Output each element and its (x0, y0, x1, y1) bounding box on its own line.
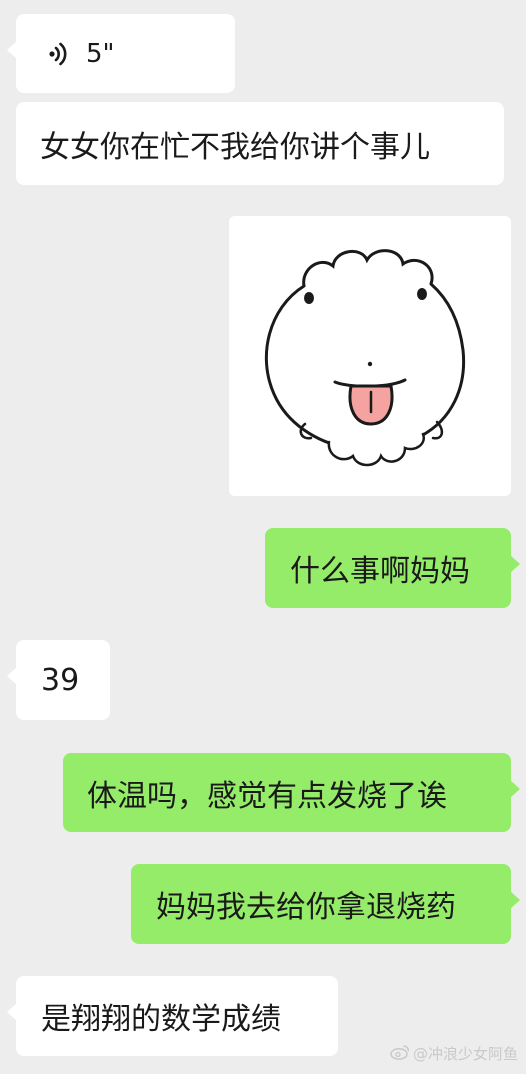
message-text: 是翔翔的数学成绩 (41, 1002, 281, 1037)
sticker-message[interactable] (229, 216, 511, 496)
tongue-out-face-sticker (264, 249, 466, 467)
message-bubble-outgoing[interactable]: 体温吗，感觉有点发烧了诶 (63, 753, 520, 832)
watermark-text: @冲浪少女阿鱼 (412, 1045, 518, 1063)
message-bubble-incoming[interactable]: 是翔翔的数学成绩 (7, 976, 338, 1056)
message-text: 女女你在忙不我给你讲个事儿 (40, 129, 430, 165)
bubble-tail (510, 780, 520, 798)
message-text: 妈妈我去给你拿退烧药 (156, 890, 456, 925)
bubble-tail (510, 555, 520, 573)
voice-message-bubble[interactable]: 5" (7, 14, 235, 93)
bubble-tail (7, 41, 17, 59)
voice-duration: 5" (86, 38, 115, 69)
message-bubble-incoming[interactable]: 39 (7, 640, 110, 720)
weibo-icon (390, 1044, 410, 1064)
bubble-tail (7, 1003, 17, 1021)
bubble-tail (510, 891, 520, 909)
message-text: 什么事啊妈妈 (290, 554, 470, 589)
message-bubble-incoming[interactable]: 女女你在忙不我给你讲个事儿 (16, 102, 504, 185)
message-bubble-outgoing[interactable]: 妈妈我去给你拿退烧药 (131, 864, 520, 944)
message-text: 39 (41, 662, 80, 698)
message-text: 体温吗，感觉有点发烧了诶 (87, 778, 447, 814)
watermark: @冲浪少女阿鱼 (390, 1043, 518, 1064)
voice-wave-icon (48, 42, 68, 66)
message-bubble-outgoing[interactable]: 什么事啊妈妈 (265, 528, 520, 608)
bubble-tail (7, 667, 17, 685)
